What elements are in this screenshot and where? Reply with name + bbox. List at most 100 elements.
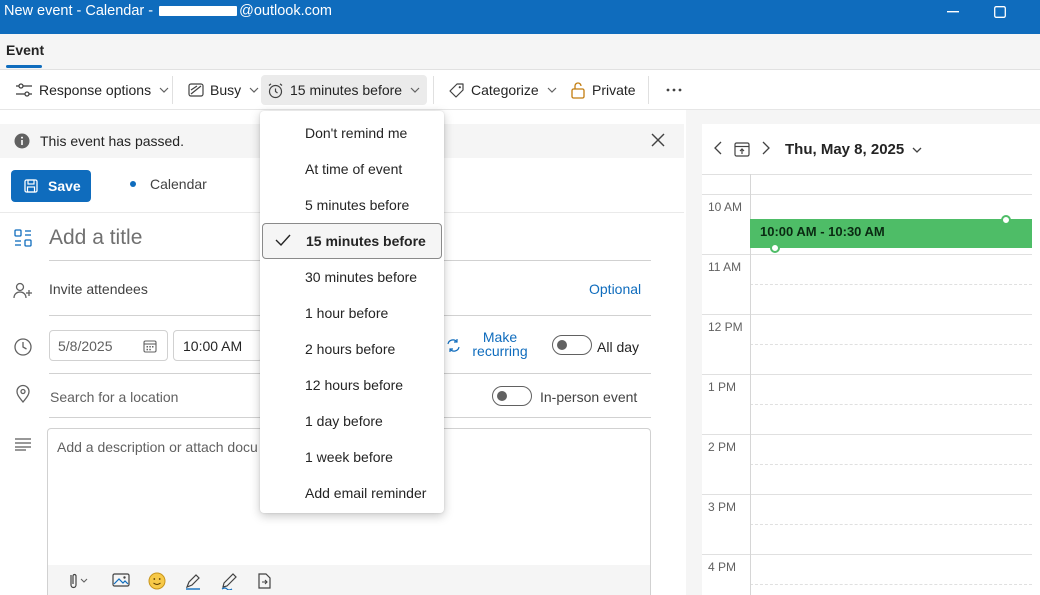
make-recurring-line2: recurring xyxy=(472,343,528,359)
day-view: Thu, May 8, 2025 10 AM 11 AM 12 PM 1 PM … xyxy=(702,124,1040,595)
chevron-down-icon xyxy=(410,87,420,93)
menu-item-at-time[interactable]: At time of event xyxy=(262,151,442,187)
busy-button[interactable]: Busy xyxy=(182,75,265,105)
grid-line xyxy=(702,494,1032,495)
chevron-down-icon xyxy=(912,147,922,153)
calendar-icon[interactable] xyxy=(143,339,157,353)
alarm-clock-icon xyxy=(268,82,283,98)
window-title-prefix: New event - Calendar - xyxy=(4,3,154,19)
save-button[interactable]: Save xyxy=(11,170,91,202)
window-title-suffix: @outlook.com xyxy=(239,3,332,19)
grid-half-line xyxy=(750,344,1032,345)
highlighter-icon[interactable] xyxy=(184,572,202,590)
toolbar-divider xyxy=(648,76,649,104)
grid-half-line xyxy=(750,404,1032,405)
private-label: Private xyxy=(592,82,636,98)
reminder-menu: Don't remind me At time of event 5 minut… xyxy=(260,111,444,513)
title-input[interactable]: Add a title xyxy=(49,226,142,250)
chevron-left-icon[interactable] xyxy=(714,141,722,155)
formatting-toolbar xyxy=(48,565,650,595)
title-bar: New event - Calendar - @outlook.com xyxy=(0,0,1040,34)
grid-line xyxy=(702,374,1032,375)
close-icon[interactable] xyxy=(650,132,666,148)
hour-label: 1 PM xyxy=(708,380,737,394)
pen-icon[interactable] xyxy=(220,572,238,590)
menu-item-email-reminder[interactable]: Add email reminder xyxy=(262,475,442,511)
toolbar-divider xyxy=(172,76,173,104)
attendees-input[interactable]: Invite attendees xyxy=(49,281,148,297)
start-time-field[interactable]: 10:00 AM xyxy=(173,330,263,361)
calendar-color-dot xyxy=(130,181,136,187)
attach-icon[interactable] xyxy=(64,572,90,590)
menu-item-label: 1 hour before xyxy=(305,305,389,321)
event-block[interactable]: 10:00 AM - 10:30 AM xyxy=(750,219,1032,248)
grid-half-line xyxy=(750,524,1032,525)
reminder-button[interactable]: 15 minutes before xyxy=(261,75,427,105)
chevron-down-icon xyxy=(249,87,259,93)
menu-item-30-min[interactable]: 30 minutes before xyxy=(262,259,442,295)
event-resize-handle-bottom[interactable] xyxy=(770,243,780,253)
image-icon[interactable] xyxy=(112,572,130,588)
private-button[interactable]: Private xyxy=(564,75,642,105)
menu-item-label: 2 hours before xyxy=(305,341,396,357)
menu-item-label: 30 minutes before xyxy=(305,269,418,285)
title-icon xyxy=(14,229,32,247)
toolbar-divider xyxy=(433,76,434,104)
menu-item-1-day[interactable]: 1 day before xyxy=(262,403,442,439)
menu-item-label: 5 minutes before xyxy=(305,197,410,213)
ribbon-tab-bar: Event xyxy=(0,34,1040,70)
clock-icon xyxy=(14,338,32,356)
day-view-date[interactable]: Thu, May 8, 2025 xyxy=(785,141,922,158)
response-options-label: Response options xyxy=(39,82,152,98)
window-title: New event - Calendar - @outlook.com xyxy=(4,3,332,19)
toggle-knob xyxy=(497,391,507,401)
menu-item-label: 1 day before xyxy=(305,413,383,429)
optional-link[interactable]: Optional xyxy=(589,281,641,297)
menu-item-2-hours[interactable]: 2 hours before xyxy=(262,331,442,367)
grid-line xyxy=(702,554,1032,555)
loop-icon[interactable] xyxy=(256,572,272,590)
redacted-email xyxy=(159,6,238,16)
categorize-button[interactable]: Categorize xyxy=(442,75,563,105)
tab-event[interactable]: Event xyxy=(6,42,44,58)
hour-label: 12 PM xyxy=(708,320,743,334)
chevron-right-icon[interactable] xyxy=(762,141,770,155)
all-day-toggle[interactable] xyxy=(552,335,592,355)
calendar-selector[interactable]: Calendar xyxy=(130,176,207,192)
menu-item-12-hours[interactable]: 12 hours before xyxy=(262,367,442,403)
in-person-toggle[interactable] xyxy=(492,386,532,406)
event-resize-handle-top[interactable] xyxy=(1001,215,1011,225)
save-label: Save xyxy=(48,178,81,194)
today-icon[interactable] xyxy=(734,141,750,157)
menu-item-label: 15 minutes before xyxy=(306,233,426,249)
busy-icon xyxy=(188,83,204,97)
menu-item-1-week[interactable]: 1 week before xyxy=(262,439,442,475)
day-view-header: Thu, May 8, 2025 xyxy=(702,124,1040,174)
menu-item-1-hour[interactable]: 1 hour before xyxy=(262,295,442,331)
day-view-date-label: Thu, May 8, 2025 xyxy=(785,141,905,158)
grid-line xyxy=(702,174,1032,175)
minimize-button[interactable] xyxy=(930,0,976,24)
menu-item-5-min[interactable]: 5 minutes before xyxy=(262,187,442,223)
menu-item-label: 1 week before xyxy=(305,449,393,465)
reminder-label: 15 minutes before xyxy=(290,82,403,98)
info-icon xyxy=(14,133,30,149)
make-recurring-line1: Make xyxy=(482,329,518,345)
emoji-icon[interactable] xyxy=(148,572,166,590)
description-placeholder: Add a description or attach docu xyxy=(57,439,258,455)
tab-active-indicator xyxy=(6,65,42,68)
response-options-button[interactable]: Response options xyxy=(9,75,175,105)
start-date-field[interactable]: 5/8/2025 xyxy=(49,330,168,361)
day-view-pane: Thu, May 8, 2025 10 AM 11 AM 12 PM 1 PM … xyxy=(686,110,1040,595)
menu-item-15-min[interactable]: 15 minutes before xyxy=(262,223,442,259)
toggle-knob xyxy=(557,340,567,350)
make-recurring-button[interactable]: Make recurring xyxy=(470,330,530,358)
grid-half-line xyxy=(750,464,1032,465)
maximize-button[interactable] xyxy=(977,0,1023,24)
more-icon xyxy=(666,88,682,92)
menu-item-dont-remind[interactable]: Don't remind me xyxy=(262,115,442,151)
more-options-button[interactable] xyxy=(660,75,688,105)
day-view-grid[interactable]: 10 AM 11 AM 12 PM 1 PM 2 PM 3 PM 4 PM 10… xyxy=(702,174,1032,595)
location-input[interactable]: Search for a location xyxy=(50,389,178,405)
calendar-label: Calendar xyxy=(150,176,207,192)
